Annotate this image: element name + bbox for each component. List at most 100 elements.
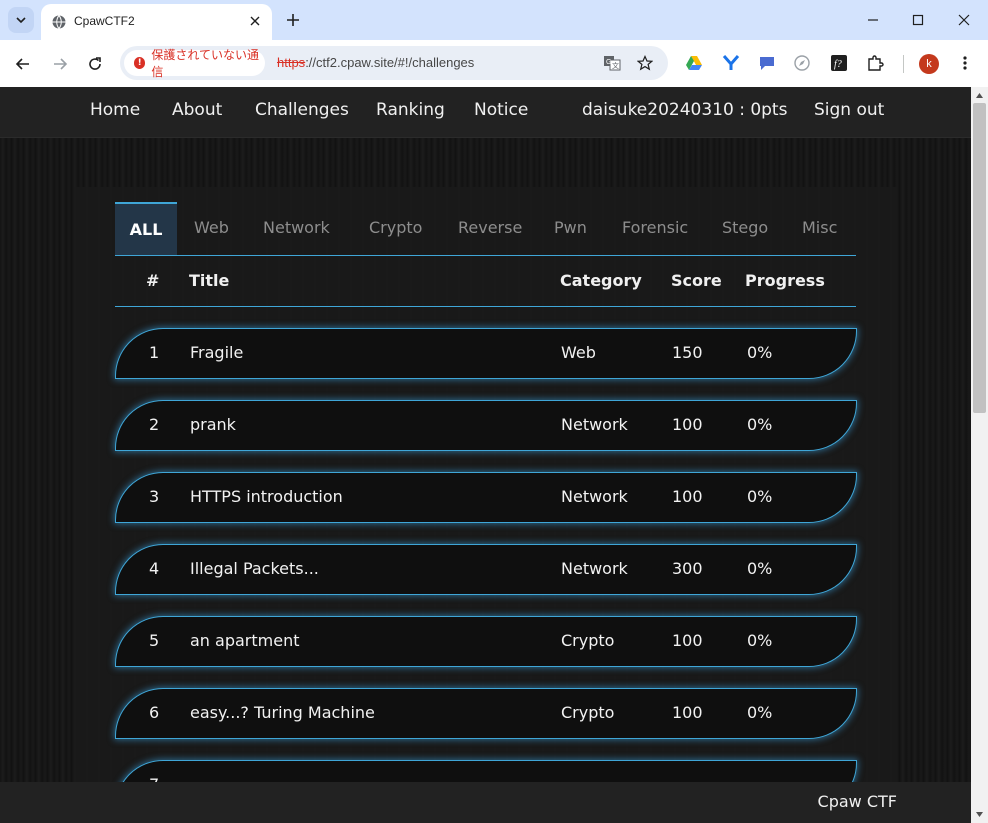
site-footer: Cpaw CTF: [0, 782, 971, 823]
row-num: 2: [149, 415, 160, 434]
page-scrollbar[interactable]: [971, 87, 988, 823]
tab-network[interactable]: Network: [263, 202, 330, 255]
translate-button[interactable]: G文: [602, 53, 622, 73]
header-num[interactable]: #: [146, 271, 159, 290]
row-category: Network: [561, 487, 628, 506]
extension-y[interactable]: [720, 52, 742, 74]
header-category[interactable]: Category: [560, 271, 642, 290]
row-score: 300: [672, 559, 703, 578]
maximize-button[interactable]: [903, 5, 933, 35]
svg-text:文: 文: [612, 61, 619, 70]
function-icon: f?: [831, 55, 847, 71]
tab-pwn[interactable]: Pwn: [554, 202, 587, 255]
browser-tab[interactable]: CpawCTF2: [41, 4, 272, 40]
extension-chat[interactable]: [756, 52, 778, 74]
chat-icon: [760, 57, 774, 70]
table-row[interactable]: 5 an apartment Crypto 100 0%: [115, 616, 857, 667]
tab-reverse[interactable]: Reverse: [458, 202, 522, 255]
challenges-panel: ALL Web Network Crypto Reverse Pwn Foren…: [74, 187, 897, 823]
row-num: 6: [149, 703, 160, 722]
row-score: 100: [672, 703, 703, 722]
category-tabs: ALL Web Network Crypto Reverse Pwn Foren…: [115, 202, 856, 256]
plus-icon: [287, 14, 299, 26]
row-category: Crypto: [561, 631, 615, 650]
footer-brand: Cpaw CTF: [817, 792, 897, 811]
close-window-button[interactable]: [949, 5, 979, 35]
new-tab-button[interactable]: [282, 9, 304, 31]
minimize-button[interactable]: [858, 5, 888, 35]
table-row[interactable]: 3 HTTPS introduction Network 100 0%: [115, 472, 857, 523]
row-category: Network: [561, 415, 628, 434]
reload-button[interactable]: [83, 52, 107, 76]
chevron-down-icon: [16, 17, 26, 24]
star-icon: [637, 55, 653, 71]
arrow-right-icon: [54, 58, 68, 70]
row-score: 100: [672, 631, 703, 650]
row-progress: 0%: [747, 487, 773, 506]
tab-forensic[interactable]: Forensic: [622, 202, 688, 255]
table-row[interactable]: 2 prank Network 100 0%: [115, 400, 857, 451]
table-row[interactable]: 1 Fragile Web 150 0%: [115, 328, 857, 379]
globe-icon: [52, 15, 66, 29]
svg-text:G: G: [606, 59, 611, 66]
address-bar[interactable]: ! 保護されていない通信 https://ctf2.cpaw.site/#!/c…: [120, 46, 668, 80]
row-title: an apartment: [190, 631, 300, 650]
scroll-up-arrow-icon[interactable]: [975, 91, 984, 100]
browser-tab-strip: CpawCTF2: [0, 0, 988, 40]
header-progress[interactable]: Progress: [745, 271, 825, 290]
bookmark-button[interactable]: [635, 53, 655, 73]
tab-stego[interactable]: Stego: [722, 202, 768, 255]
extension-formula[interactable]: f?: [828, 52, 850, 74]
row-num: 5: [149, 631, 160, 650]
header-score[interactable]: Score: [671, 271, 722, 290]
nav-user-score[interactable]: daisuke20240310 : 0pts: [582, 100, 787, 120]
header-title[interactable]: Title: [189, 271, 229, 290]
back-button[interactable]: [11, 52, 35, 76]
close-icon: [958, 14, 970, 26]
row-num: 3: [149, 487, 160, 506]
minimize-icon: [868, 19, 878, 21]
profile-avatar[interactable]: k: [919, 54, 939, 74]
extensions-button[interactable]: [864, 52, 886, 74]
table-row[interactable]: 4 Illegal Packets... Network 300 0%: [115, 544, 857, 595]
row-progress: 0%: [747, 703, 773, 722]
row-progress: 0%: [747, 343, 773, 362]
nav-ranking[interactable]: Ranking: [376, 100, 445, 120]
site-security-chip[interactable]: ! 保護されていない通信: [124, 48, 265, 79]
tab-crypto[interactable]: Crypto: [369, 202, 422, 255]
scroll-down-arrow-icon[interactable]: [975, 810, 984, 819]
row-category: Crypto: [561, 703, 615, 722]
tab-all[interactable]: ALL: [115, 202, 177, 255]
url-text[interactable]: https://ctf2.cpaw.site/#!/challenges: [277, 55, 474, 70]
row-num: 1: [149, 343, 160, 362]
nav-signout[interactable]: Sign out: [814, 100, 884, 120]
tab-search-button[interactable]: [8, 7, 34, 33]
svg-text:f?: f?: [834, 59, 842, 70]
row-category: Network: [561, 559, 628, 578]
scroll-thumb[interactable]: [973, 103, 986, 413]
extension-drive[interactable]: [683, 52, 705, 74]
maximize-icon: [912, 14, 924, 26]
row-title: easy...? Turing Machine: [190, 703, 375, 722]
row-num: 4: [149, 559, 160, 578]
translate-icon: G文: [604, 56, 621, 71]
table-header: # Title Category Score Progress: [115, 256, 856, 307]
row-progress: 0%: [747, 631, 773, 650]
nav-about[interactable]: About: [172, 100, 222, 120]
forward-button[interactable]: [48, 52, 72, 76]
nav-challenges[interactable]: Challenges: [255, 100, 349, 120]
row-score: 100: [672, 415, 703, 434]
tab-title: CpawCTF2: [74, 14, 135, 28]
tab-misc[interactable]: Misc: [802, 202, 837, 255]
row-category: Web: [561, 343, 596, 362]
menu-button[interactable]: [954, 52, 976, 74]
nav-home[interactable]: Home: [90, 100, 140, 120]
tab-web[interactable]: Web: [194, 202, 229, 255]
extension-compass[interactable]: [791, 52, 813, 74]
close-tab-button[interactable]: [246, 12, 264, 30]
nav-notice[interactable]: Notice: [474, 100, 528, 120]
reload-icon: [89, 57, 101, 70]
row-title: HTTPS introduction: [190, 487, 343, 506]
table-row[interactable]: 6 easy...? Turing Machine Crypto 100 0%: [115, 688, 857, 739]
page-viewport: Home About Challenges Ranking Notice dai…: [0, 87, 971, 823]
